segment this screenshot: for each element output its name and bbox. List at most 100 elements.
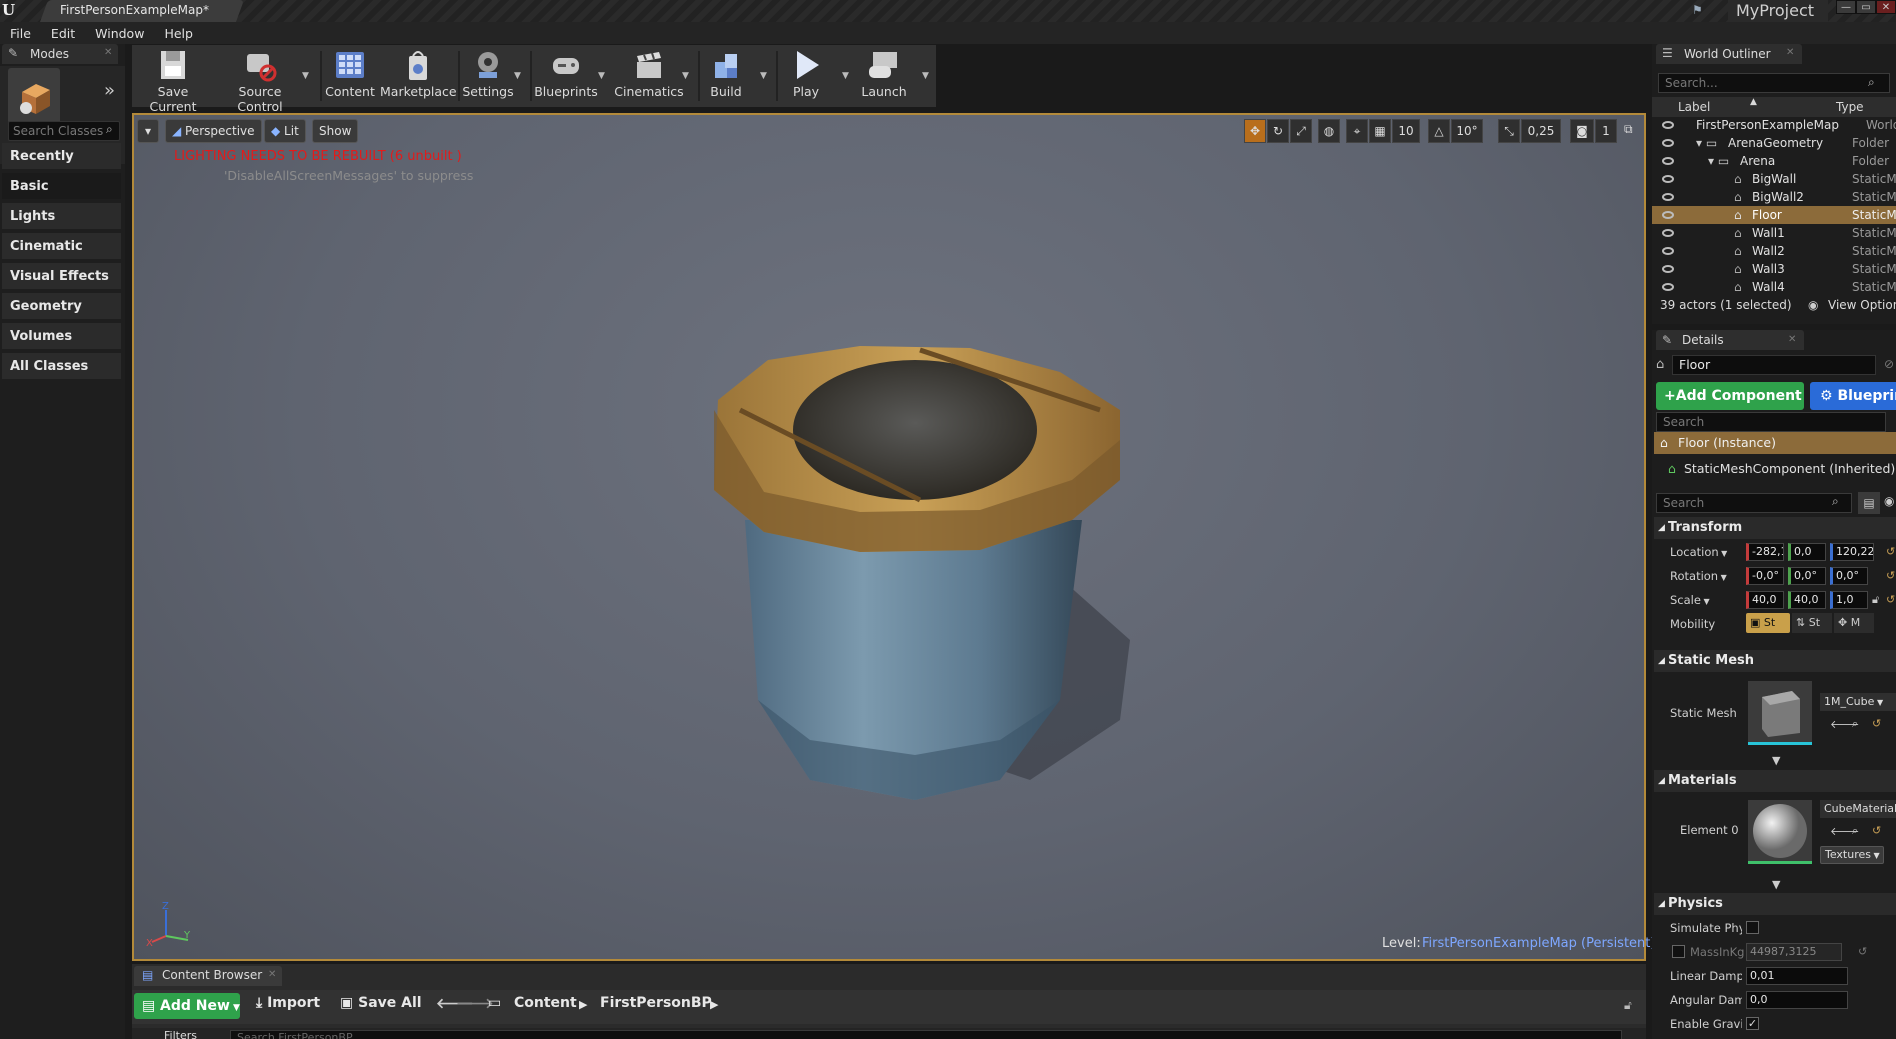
expand-advanced-icon[interactable]: ▼: [1772, 878, 1780, 891]
visibility-eye-icon[interactable]: [1662, 229, 1674, 237]
mobility-static-option[interactable]: ▣ St: [1746, 613, 1790, 633]
rotation-x-field[interactable]: -0,0°: [1746, 567, 1784, 585]
scale-snap-value[interactable]: 0,25: [1521, 119, 1561, 143]
materials-section-header[interactable]: ◢ Materials: [1654, 770, 1896, 792]
mode-category-cinematic[interactable]: Cinematic: [2, 233, 121, 261]
lock-icon[interactable]: ⊘: [1884, 357, 1894, 371]
unreal-logo-icon[interactable]: U: [2, 1, 24, 21]
blueprint-add-script-button[interactable]: ⚙ Blueprint/Add Script: [1810, 382, 1896, 410]
expand-advanced-icon[interactable]: ▼: [1772, 754, 1780, 767]
location-z-field[interactable]: 120,22: [1830, 543, 1874, 561]
cinematics-button[interactable]: Cinematics: [614, 48, 684, 104]
column-type[interactable]: Type: [1836, 100, 1864, 114]
lock-icon[interactable]: 🔓︎: [1624, 998, 1632, 1013]
visibility-eye-icon[interactable]: [1662, 121, 1674, 129]
launch-dropdown-icon[interactable]: ▼: [922, 71, 929, 81]
location-y-field[interactable]: 0,0: [1788, 543, 1826, 561]
blueprints-button[interactable]: Blueprints: [532, 48, 600, 104]
close-tab-icon[interactable]: ✕: [1786, 47, 1794, 58]
rotation-snap-icon[interactable]: △: [1428, 119, 1450, 143]
mass-field[interactable]: 44987,3125: [1746, 943, 1842, 961]
breadcrumb-content[interactable]: Content: [514, 995, 577, 1011]
camera-speed-icon[interactable]: ◙: [1570, 119, 1594, 143]
filters-button[interactable]: Filters: [164, 1028, 224, 1039]
scale-label[interactable]: Scale ▼: [1670, 593, 1710, 607]
breadcrumb-firstpersonbp[interactable]: FirstPersonBP: [600, 995, 712, 1011]
blueprints-dropdown-icon[interactable]: ▼: [598, 71, 605, 81]
translate-tool-icon[interactable]: ✥: [1244, 119, 1266, 143]
location-label[interactable]: Location ▼: [1670, 545, 1727, 559]
source-control-dropdown-icon[interactable]: ▼: [302, 71, 309, 81]
visibility-eye-icon[interactable]: [1662, 211, 1674, 219]
marketplace-button[interactable]: Marketplace: [380, 48, 457, 104]
scale-tool-icon[interactable]: ⤢: [1290, 119, 1312, 143]
content-button[interactable]: Content: [322, 48, 378, 104]
transform-section-header[interactable]: ◢ Transform: [1654, 517, 1896, 539]
close-tab-icon[interactable]: ✕: [104, 47, 112, 58]
surface-snap-icon[interactable]: ⌖: [1346, 119, 1368, 143]
menu-window[interactable]: Window: [95, 26, 144, 41]
outliner-row-actor[interactable]: ⌂ Wall3 StaticMeshActor: [1652, 260, 1896, 278]
more-modes-icon[interactable]: »: [104, 80, 115, 101]
rotation-y-field[interactable]: 0,0°: [1788, 567, 1826, 585]
rotate-tool-icon[interactable]: ↻: [1267, 119, 1289, 143]
mode-category-lights[interactable]: Lights: [2, 203, 121, 231]
grid-snap-value[interactable]: 10: [1392, 119, 1420, 143]
mode-category-recently-placed[interactable]: Recently Placed: [2, 143, 121, 192]
place-mode-button[interactable]: [8, 68, 60, 124]
visibility-eye-icon[interactable]: [1662, 193, 1674, 201]
mode-category-geometry[interactable]: Geometry: [2, 293, 121, 321]
mobility-stationary-option[interactable]: ⇅ St: [1792, 613, 1832, 633]
outliner-row-folder[interactable]: ▾ ▭ ArenaGeometry Folder: [1652, 134, 1896, 152]
outliner-row-folder[interactable]: ▾ ▭ Arena Folder: [1652, 152, 1896, 170]
lock-scale-icon[interactable]: 🔓︎: [1872, 593, 1879, 607]
outliner-row-actor[interactable]: ⌂ Wall1 StaticMeshActor: [1652, 224, 1896, 242]
save-all-button[interactable]: ▣ Save All: [340, 995, 422, 1011]
lit-button[interactable]: ◆ Lit: [264, 119, 306, 143]
scale-z-field[interactable]: 1,0: [1830, 591, 1868, 609]
angular-damping-field[interactable]: 0,0: [1746, 991, 1848, 1009]
mode-category-all-classes[interactable]: All Classes: [2, 353, 121, 381]
outliner-search-input[interactable]: Search...: [1658, 73, 1890, 93]
content-search-input[interactable]: Search FirstPersonBP: [230, 1030, 1622, 1039]
material-thumbnail[interactable]: [1748, 800, 1812, 864]
viewport-options-button[interactable]: ▾: [137, 119, 159, 143]
floor-instance-row[interactable]: ⌂ Floor (Instance): [1654, 432, 1896, 454]
source-control-button[interactable]: Source Control: [218, 48, 302, 114]
mode-category-basic[interactable]: Basic: [2, 173, 121, 201]
minimize-button[interactable]: —: [1836, 0, 1856, 14]
browse-search-icon[interactable]: ⌕: [1852, 824, 1858, 838]
static-mesh-section-header[interactable]: ◢ Static Mesh: [1654, 650, 1896, 672]
settings-button[interactable]: Settings: [460, 48, 516, 104]
reset-icon[interactable]: ↺: [1872, 717, 1881, 730]
perspective-button[interactable]: ◢ Perspective: [165, 119, 262, 143]
cinematics-dropdown-icon[interactable]: ▼: [682, 71, 689, 81]
linear-damping-field[interactable]: 0,01: [1746, 967, 1848, 985]
outliner-row-actor-selected[interactable]: ⌂ Floor StaticMeshActor: [1652, 206, 1896, 224]
mode-category-visual-effects[interactable]: Visual Effects: [2, 263, 121, 291]
launch-button[interactable]: Launch: [856, 48, 912, 104]
browse-search-icon[interactable]: ⌕: [1852, 717, 1858, 731]
details-search-input[interactable]: Search: [1656, 493, 1852, 513]
mobility-movable-option[interactable]: ✥ M: [1834, 613, 1874, 633]
maximize-button[interactable]: ▭: [1856, 0, 1876, 14]
visibility-eye-icon[interactable]: [1662, 157, 1674, 165]
reset-icon[interactable]: ↺: [1886, 569, 1895, 582]
actor-name-input[interactable]: Floor: [1672, 355, 1876, 375]
view-options-button[interactable]: View Options: [1828, 298, 1896, 312]
grid-snap-icon[interactable]: ▦: [1369, 119, 1391, 143]
static-mesh-asset-picker[interactable]: 1M_Cube ▼: [1820, 693, 1896, 711]
enable-gravity-checkbox[interactable]: ✓: [1746, 1017, 1759, 1030]
property-matrix-icon[interactable]: ▤: [1858, 492, 1880, 514]
visibility-eye-icon[interactable]: [1662, 247, 1674, 255]
barrel-mesh[interactable]: [700, 340, 1180, 820]
camera-speed-value[interactable]: 1: [1595, 119, 1617, 143]
play-dropdown-icon[interactable]: ▼: [842, 71, 849, 81]
reset-icon[interactable]: ↺: [1886, 593, 1895, 606]
reset-icon[interactable]: ↺: [1872, 824, 1881, 837]
physics-section-header[interactable]: ◢ Physics: [1654, 893, 1896, 915]
scale-x-field[interactable]: 40,0: [1746, 591, 1784, 609]
material-asset-picker[interactable]: CubeMaterial: [1820, 800, 1896, 818]
show-button[interactable]: Show: [312, 119, 359, 143]
outliner-row-world[interactable]: FirstPersonExampleMap World: [1652, 116, 1896, 134]
